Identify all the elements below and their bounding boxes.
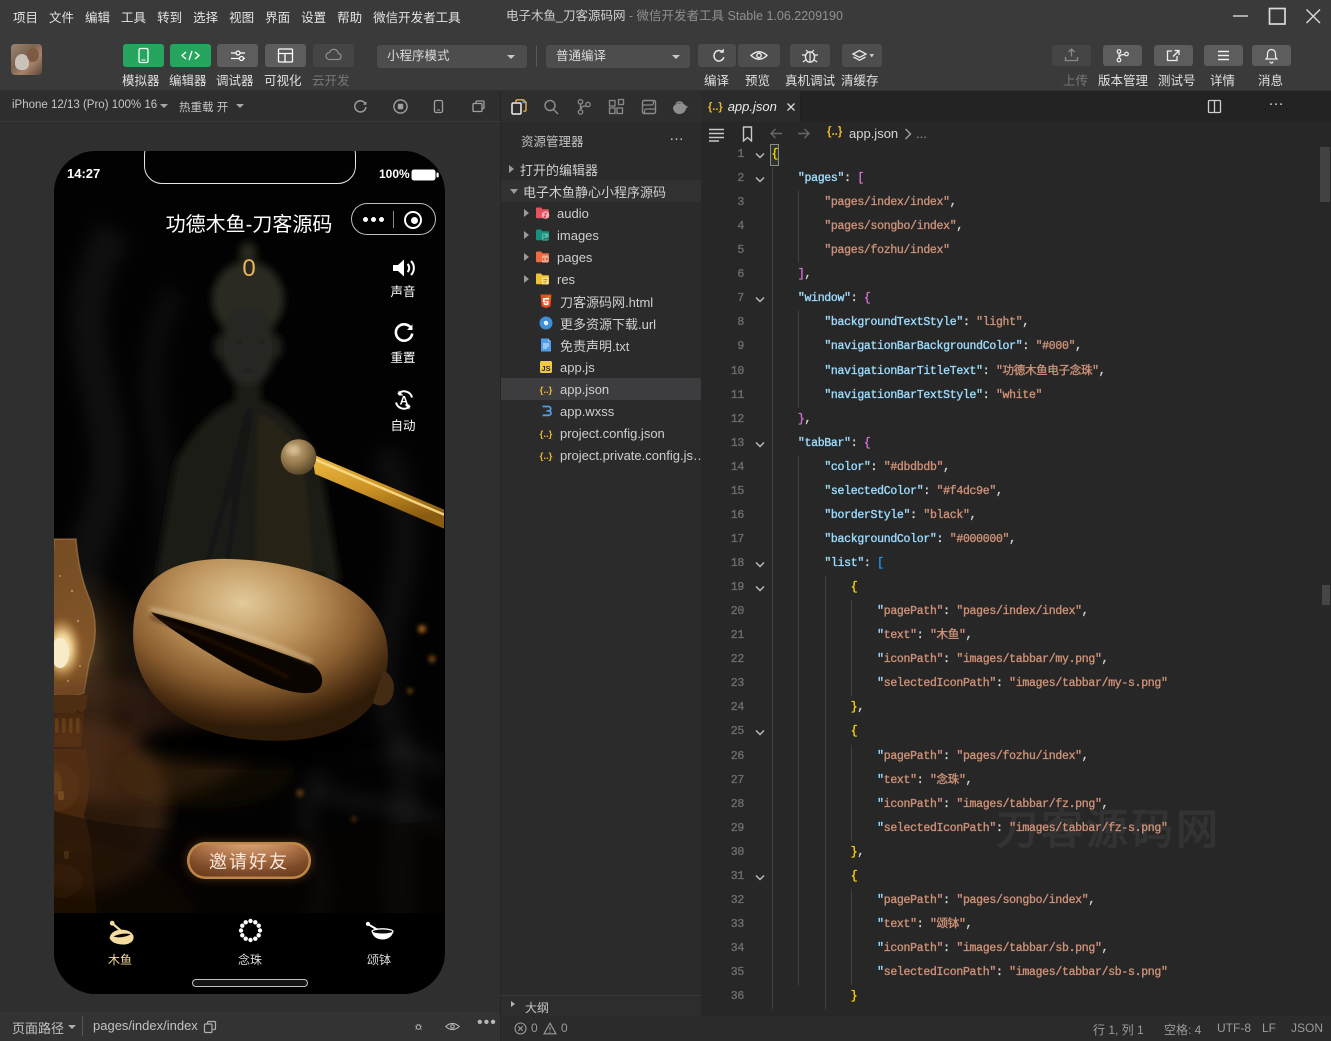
svg-text:JS: JS bbox=[541, 364, 550, 373]
svg-text:{..}: {..} bbox=[540, 429, 553, 440]
svg-text:{..}: {..} bbox=[540, 385, 553, 396]
svg-text:A: A bbox=[400, 394, 409, 408]
svg-text:{..}: {..} bbox=[540, 451, 553, 462]
